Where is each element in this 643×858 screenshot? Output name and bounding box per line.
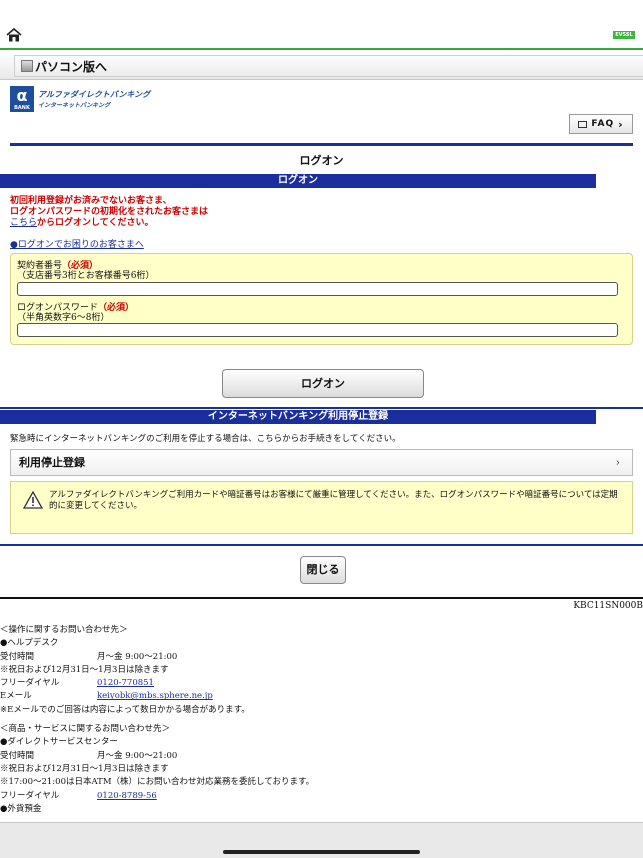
divider — [10, 143, 633, 146]
pc-version-button[interactable]: パソコン版へ — [14, 55, 643, 77]
logon-button[interactable]: ログオン — [222, 369, 424, 398]
chevron-right-icon: › — [615, 456, 620, 469]
divider — [0, 544, 643, 546]
ops-heading: ＜操作に関するお問い合わせ先＞ — [0, 625, 128, 635]
pc-icon — [21, 60, 33, 72]
service-hours: 月〜金 9:00〜21:00 — [97, 750, 178, 761]
direct-center-title: ●ダイレクトサービスセンター — [0, 737, 118, 748]
faq-label: FAQ — [591, 119, 615, 129]
pc-version-label: パソコン版へ — [35, 59, 108, 74]
service-phone-link[interactable]: 0120-8789-56 — [97, 790, 157, 803]
close-button[interactable]: 閉じる — [300, 556, 346, 584]
password-hint: （半角英数字6〜8桁） — [17, 313, 110, 323]
contract-number-label: 契約者番号（必須） — [17, 261, 99, 271]
home-icon[interactable] — [6, 28, 22, 42]
contract-number-input[interactable] — [17, 282, 618, 296]
contract-number-hint: （支店番号3桁とお客様番号6桁） — [17, 271, 155, 281]
section-header-stop: インターネットバンキング利用停止登録 — [0, 410, 596, 424]
page-title: ログオン — [299, 154, 344, 167]
warning-icon — [23, 491, 43, 509]
new-window-icon — [578, 120, 588, 128]
browser-top-bar: EVSSL — [0, 0, 643, 50]
helpdesk-email-link[interactable]: keiyobk@mbs.sphere.ne.jp — [97, 690, 213, 703]
stop-registration-label: 利用停止登録 — [19, 456, 85, 469]
login-form: 契約者番号（必須） （支店番号3桁とお客様番号6桁） ログオンパスワード（必須）… — [10, 253, 633, 345]
security-warning: アルファダイレクトバンキングご利用カードや暗証番号はお客様にて厳重に管理してくだ… — [10, 481, 633, 534]
password-input[interactable] — [17, 323, 618, 337]
service-heading: ＜商品・サービスに関するお問い合わせ先＞ — [0, 724, 171, 735]
contact-info: ＜操作に関するお問い合わせ先＞ ●ヘルプデスク 受付時間 月〜金 9:00〜21:… — [0, 624, 643, 816]
pc-version-bar: パソコン版へ — [0, 52, 643, 80]
logon-help-link[interactable]: ●ログオンでお困りのお客さまへ — [10, 237, 144, 250]
first-time-notice: 初回利用登録がお済みでないお客さま、 ログオンパスワードの初期化をされたお客さま… — [10, 196, 209, 228]
divider — [0, 407, 643, 409]
helpdesk-title: ●ヘルプデスク — [0, 638, 59, 649]
bottom-toolbar — [0, 822, 643, 858]
helpdesk-hours: 月〜金 9:00〜21:00 — [97, 651, 178, 662]
logo-subtitle: インターネットバンキング — [38, 102, 111, 109]
chevron-right-icon: › — [618, 117, 624, 131]
password-label: ログオンパスワード（必須） — [17, 303, 135, 313]
home-indicator[interactable] — [223, 850, 420, 854]
divider — [0, 597, 643, 599]
stop-registration-button[interactable]: 利用停止登録 › — [10, 449, 633, 476]
section-header-logon: ログオン — [0, 174, 596, 188]
stop-description: 緊急時にインターネットバンキングのご利用を停止する場合は、こちらからお手続きをし… — [10, 434, 401, 444]
helpdesk-phone-link[interactable]: 0120-770851 — [97, 677, 154, 690]
alpha-bank-logo-icon: α BANK — [10, 86, 34, 112]
first-time-logon-link[interactable]: こちら — [10, 218, 37, 228]
foreign-deposit-title: ●外貨預金 — [0, 803, 42, 814]
screen-code: KBC11SN000B — [573, 601, 643, 611]
logo-name: アルファダイレクトバンキング — [38, 90, 151, 99]
evssl-badge: EVSSL — [613, 31, 635, 39]
bank-logo: α BANK アルファダイレクトバンキング インターネットバンキング — [10, 86, 150, 112]
faq-button[interactable]: FAQ › — [569, 114, 633, 134]
warning-text: アルファダイレクトバンキングご利用カードや暗証番号はお客様にて厳重に管理してくだ… — [49, 490, 618, 511]
